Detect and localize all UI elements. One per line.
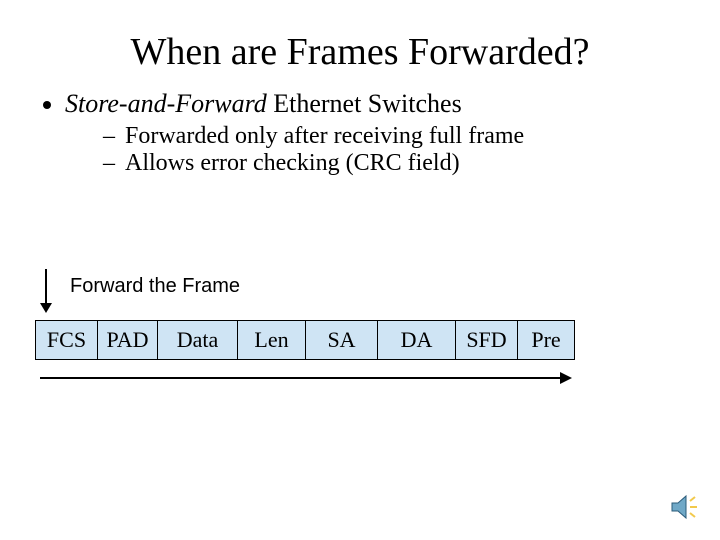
field-pre: Pre (518, 321, 574, 359)
bullet-main: Store-and-Forward Ethernet Switches Forw… (65, 89, 680, 177)
slide-title: When are Frames Forwarded? (40, 30, 680, 74)
right-arrow-icon (40, 377, 570, 379)
forward-label: Forward the Frame (70, 275, 240, 298)
field-da: DA (378, 321, 456, 359)
field-pad: PAD (98, 321, 158, 359)
down-arrow-icon (45, 269, 47, 311)
field-fcs: FCS (36, 321, 98, 359)
speaker-icon (670, 493, 702, 526)
bullet-sub-1: Forwarded only after receiving full fram… (103, 123, 680, 150)
frame-fields-row: FCS PAD Data Len SA DA SFD Pre (35, 320, 575, 360)
bullet-sub-list: Forwarded only after receiving full fram… (103, 123, 680, 177)
bullet-sub-2: Allows error checking (CRC field) (103, 150, 680, 177)
field-data: Data (158, 321, 238, 359)
bullet-list: Store-and-Forward Ethernet Switches Forw… (65, 89, 680, 177)
field-sa: SA (306, 321, 378, 359)
field-sfd: SFD (456, 321, 518, 359)
bullet-lead-rest: Ethernet Switches (267, 89, 462, 118)
bullet-lead-italic: Store-and-Forward (65, 89, 267, 118)
field-len: Len (238, 321, 306, 359)
